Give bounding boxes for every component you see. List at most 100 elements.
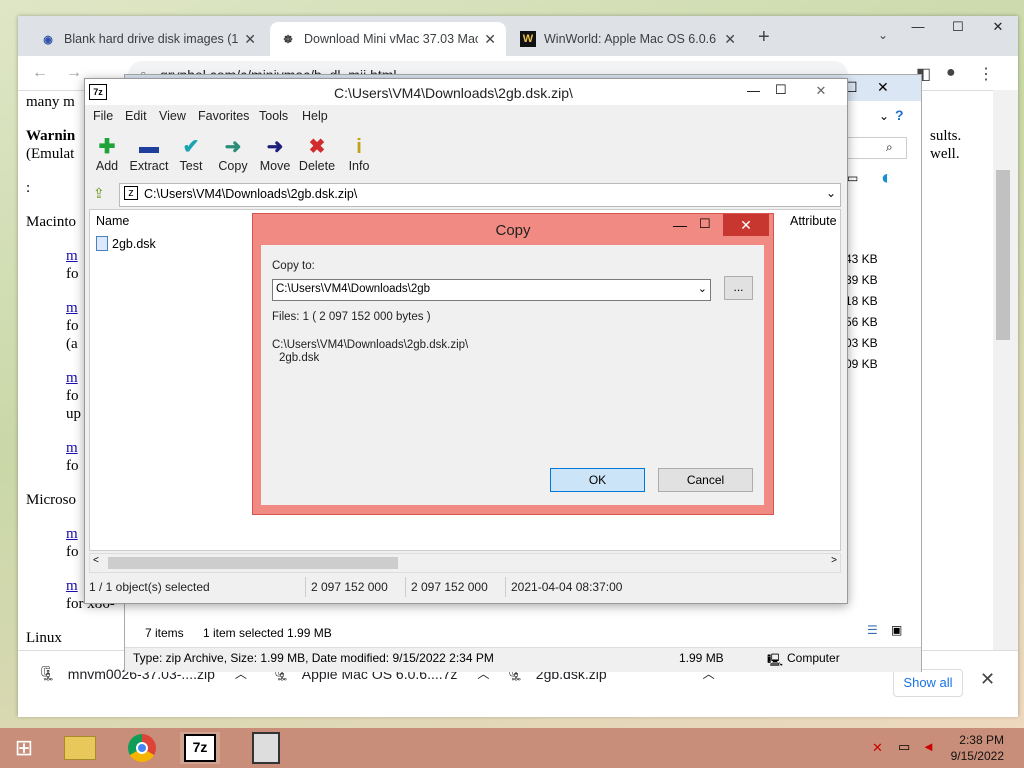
shell-icon: ◐	[881, 167, 894, 189]
taskbar-7zip[interactable]: 7z	[180, 732, 220, 764]
add-button[interactable]: ✚ Add	[85, 135, 129, 173]
page-scrollbar[interactable]	[993, 90, 1018, 650]
chrome-icon	[128, 734, 156, 762]
menu-view[interactable]: View	[159, 109, 186, 123]
menu-file[interactable]: File	[93, 109, 113, 123]
back-icon[interactable]: ←	[32, 64, 48, 82]
zip-file-icon: z	[124, 186, 138, 200]
add-icon: ✚	[98, 136, 116, 158]
details-view-icon[interactable]: ☰	[867, 623, 878, 637]
taskbar-minivmac[interactable]	[246, 732, 286, 764]
copy-icon: ➜	[224, 136, 242, 158]
tab-blank-hard-drive[interactable]: ◉ Blank hard drive disk images (10 ✕	[30, 22, 266, 56]
ok-button[interactable]: OK	[550, 468, 645, 492]
close-window-icon[interactable]: ✕	[801, 81, 841, 101]
copy-dialog: Copy — ☐ ✕ Copy to: C:\Users\VM4\Downloa…	[252, 213, 774, 515]
tab-search-chevron-icon[interactable]: ⌄	[878, 28, 888, 42]
display-icon[interactable]: ▭	[898, 739, 910, 755]
test-button[interactable]: ✔ Test	[169, 135, 213, 173]
network-icon[interactable]: ✕	[872, 740, 883, 756]
scrollbar-thumb[interactable]	[996, 170, 1010, 340]
new-tab-button[interactable]: +	[758, 26, 770, 49]
maximize-icon[interactable]: ☐	[699, 216, 711, 232]
taskbar-chrome[interactable]	[122, 732, 162, 764]
list-item[interactable]: 2gb.dsk	[96, 236, 156, 251]
move-button[interactable]: ➜ Move	[253, 135, 297, 173]
folder-icon	[64, 736, 96, 760]
show-all-button[interactable]: Show all	[893, 669, 963, 697]
search-icon: ⌕	[886, 140, 893, 154]
sevenzip-icon: 7z	[184, 734, 216, 762]
chevron-down-icon[interactable]: ⌄	[698, 282, 707, 295]
zip-file-icon: 🗜︎	[38, 665, 56, 681]
winworld-icon: W	[520, 31, 536, 47]
sevenzip-app-icon: 7z	[89, 84, 107, 100]
computer-icon: 🖳︎	[767, 653, 784, 667]
copy-to-combobox[interactable]: C:\Users\VM4\Downloads\2gb ⌄	[272, 279, 711, 301]
copy-dialog-titlebar: Copy — ☐ ✕	[253, 214, 773, 244]
status-bar: 1 / 1 object(s) selected 2 097 152 000 2…	[85, 575, 847, 599]
extract-button[interactable]: ▬ Extract	[127, 135, 171, 173]
source-file: 2gb.dsk	[279, 352, 320, 364]
close-window-icon[interactable]: ✕	[978, 16, 1018, 40]
close-tab-icon[interactable]: ✕	[724, 31, 736, 48]
column-header-name[interactable]: Name	[96, 214, 129, 228]
taskbar-file-explorer[interactable]	[60, 732, 100, 764]
file-icon	[96, 236, 108, 251]
close-dialog-icon[interactable]: ✕	[723, 214, 769, 236]
close-tab-icon[interactable]: ✕	[244, 31, 256, 48]
horizontal-scrollbar[interactable]: < >	[89, 553, 841, 573]
info-button[interactable]: i Info	[337, 135, 381, 173]
copy-to-label: Copy to:	[272, 260, 315, 272]
maximize-icon[interactable]: ☐	[775, 82, 787, 98]
close-download-bar-icon[interactable]: ✕	[980, 669, 995, 690]
files-info: Files: 1 ( 2 097 152 000 bytes )	[272, 311, 431, 323]
copy-button[interactable]: ➜ Copy	[211, 135, 255, 173]
column-header-attributes[interactable]: Attribute	[790, 214, 837, 228]
close-window-icon[interactable]: ✕	[877, 79, 889, 96]
chevron-down-icon[interactable]: ⌄	[879, 109, 889, 123]
search-box[interactable]: ⌕	[845, 137, 907, 159]
path-combobox[interactable]: z C:\Users\VM4\Downloads\2gb.dsk.zip\ ⌄	[119, 183, 841, 207]
view-pane-icon[interactable]: ▭	[847, 171, 858, 185]
minimize-icon[interactable]: —	[673, 217, 687, 233]
delete-icon: ✖	[308, 136, 326, 158]
folder-up-icon[interactable]: ⇪	[93, 185, 105, 202]
move-icon: ➜	[266, 136, 284, 158]
profile-icon[interactable]: ●	[946, 64, 956, 82]
scroll-left-icon[interactable]: <	[93, 555, 99, 566]
source-path: C:\Users\VM4\Downloads\2gb.dsk.zip\	[272, 339, 469, 351]
volume-muted-icon[interactable]: ◄	[922, 739, 935, 754]
tab-mini-vmac[interactable]: ☸ Download Mini vMac 37.03 Mac ✕	[270, 22, 506, 56]
delete-button[interactable]: ✖ Delete	[295, 135, 339, 173]
sevenzip-titlebar: 7z C:\Users\VM4\Downloads\2gb.dsk.zip\ —…	[85, 79, 847, 105]
disk-icon: ◉	[43, 33, 53, 46]
large-icons-view-icon[interactable]: ▣	[891, 623, 902, 637]
start-button[interactable]: ⊞	[4, 732, 44, 764]
copy-dialog-body: Copy to: C:\Users\VM4\Downloads\2gb ⌄ ..…	[261, 245, 764, 505]
browse-button[interactable]: ...	[724, 276, 753, 300]
minimize-icon[interactable]: —	[898, 16, 938, 40]
menu-favorites[interactable]: Favorites	[198, 109, 249, 123]
maximize-icon[interactable]: ☐	[938, 16, 978, 40]
scroll-right-icon[interactable]: >	[831, 555, 837, 566]
cancel-button[interactable]: Cancel	[658, 468, 753, 492]
test-icon: ✔	[182, 136, 200, 158]
taskbar: ⊞ 7z ✕ ▭ ◄ 2:38 PM 9/15/2022	[0, 728, 1024, 768]
menu-icon[interactable]: ⋮	[978, 64, 994, 84]
menu-tools[interactable]: Tools	[259, 109, 288, 123]
menu-edit[interactable]: Edit	[125, 109, 147, 123]
close-tab-icon[interactable]: ✕	[484, 31, 496, 48]
extract-icon: ▬	[139, 136, 159, 158]
minivmac-icon: ☸	[283, 33, 293, 46]
scrollbar-thumb[interactable]	[108, 557, 398, 569]
menu-help[interactable]: Help	[302, 109, 328, 123]
info-icon: i	[356, 136, 362, 158]
help-icon[interactable]: ?	[895, 107, 904, 123]
clock[interactable]: 2:38 PM 9/15/2022	[940, 732, 1004, 764]
mac-computer-icon	[252, 732, 280, 764]
forward-icon[interactable]: →	[66, 64, 82, 82]
tab-winworld[interactable]: W WinWorld: Apple Mac OS 6.0.6 ( ✕	[510, 22, 746, 56]
minimize-icon[interactable]: —	[747, 83, 760, 98]
chevron-down-icon[interactable]: ⌄	[826, 186, 836, 200]
